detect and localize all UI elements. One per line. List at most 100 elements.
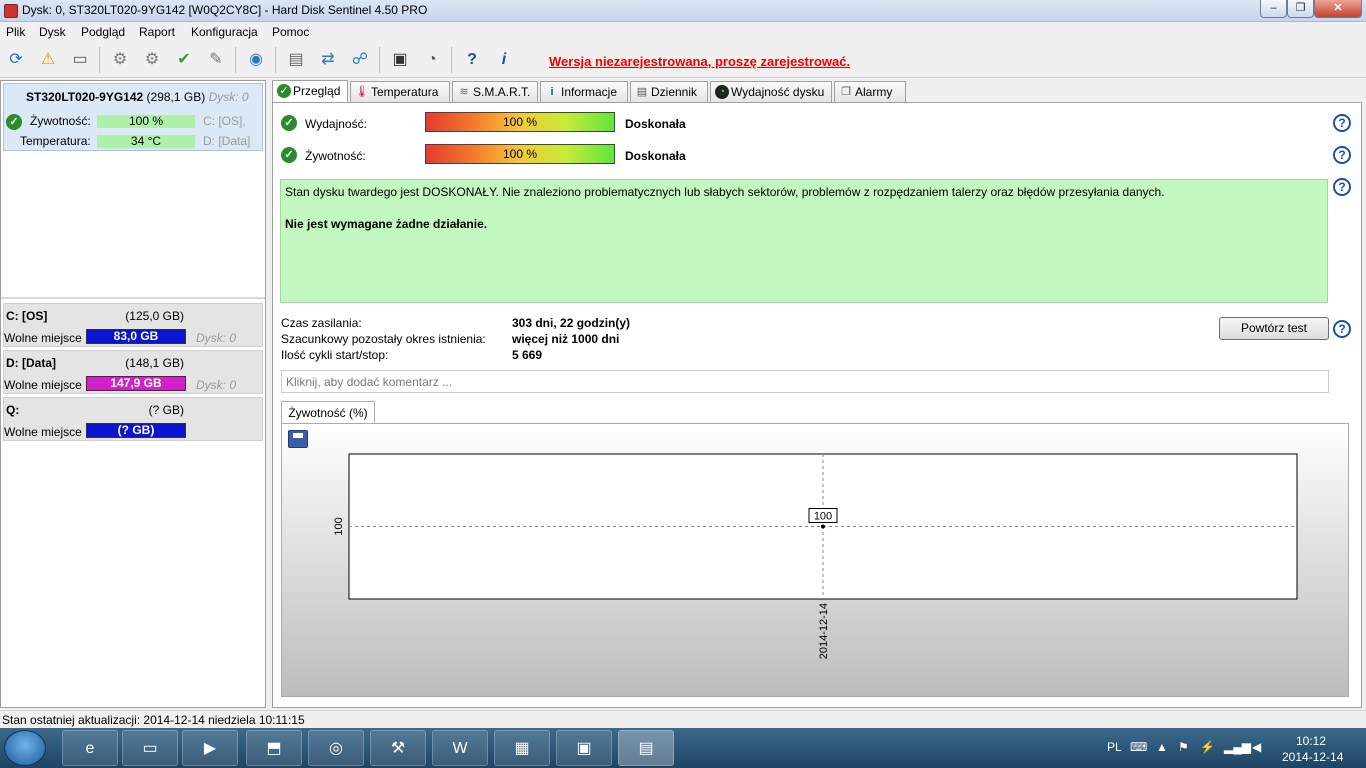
refresh-icon[interactable]: ⟳ bbox=[3, 47, 29, 73]
tab-smart[interactable]: ≋ S.M.A.R.T. bbox=[452, 81, 538, 102]
chrome-icon[interactable]: ◎ bbox=[308, 730, 364, 766]
tool-icon[interactable]: ⚒ bbox=[370, 730, 426, 766]
health-label: Żywotność: bbox=[305, 149, 366, 163]
tray-expand-icon[interactable]: ▲ bbox=[1156, 740, 1168, 754]
keyboard-icon[interactable]: ⌨ bbox=[1130, 740, 1147, 754]
help-icon[interactable]: ? bbox=[459, 47, 485, 73]
unregistered-link[interactable]: Wersja niezarejestrowana, proszę zarejes… bbox=[549, 54, 850, 69]
health-partitions: C: [OS], bbox=[203, 114, 246, 128]
tab-dziennik[interactable]: ▤ Dziennik bbox=[630, 81, 708, 102]
status-bar: Stan ostatniej aktualizacji: 2014-12-14 … bbox=[0, 710, 1366, 728]
toolbar-separator bbox=[235, 47, 236, 73]
chart-area: 100 100 2014-12-14 bbox=[281, 423, 1349, 697]
close-button[interactable]: ✕ bbox=[1314, 0, 1362, 18]
globe-icon[interactable]: ◉ bbox=[243, 47, 269, 73]
help-icon[interactable]: ? bbox=[1333, 178, 1351, 196]
panel-divider bbox=[1, 297, 265, 299]
help-icon[interactable]: ? bbox=[1333, 114, 1351, 132]
ok-check-icon: ✓ bbox=[6, 114, 22, 130]
signal-icon[interactable]: ▂▄▆ bbox=[1224, 740, 1251, 754]
x-tick-label: 2014-12-14 bbox=[818, 603, 830, 659]
disk-tool-4-icon[interactable]: ✎ bbox=[203, 47, 229, 73]
tab-label: S.M.A.R.T. bbox=[473, 85, 531, 99]
tab-wydajnosc[interactable]: ◔ Wydajność dysku bbox=[710, 81, 832, 102]
data-point bbox=[821, 524, 825, 529]
free-space-bar: 83,0 GB bbox=[86, 329, 186, 344]
help-icon[interactable]: ? bbox=[1333, 146, 1351, 164]
menu-konfiguracja[interactable]: Konfiguracja bbox=[191, 25, 258, 39]
winrar-icon[interactable]: ▦ bbox=[494, 730, 550, 766]
repeat-test-button[interactable]: Powtórz test bbox=[1219, 317, 1329, 340]
partition-card-d[interactable]: D: [Data] (148,1 GB) Wolne miejsce 147,9… bbox=[3, 350, 263, 394]
thermometer-icon: 🌡 bbox=[355, 86, 369, 98]
word-icon[interactable]: W bbox=[432, 730, 488, 766]
clock-date[interactable]: 2014-12-14 bbox=[1282, 750, 1343, 764]
disk-tool-3-icon[interactable]: ✔ bbox=[171, 47, 197, 73]
health-chart: 100 100 2014-12-14 bbox=[333, 453, 1298, 659]
menu-raport[interactable]: Raport bbox=[139, 25, 175, 39]
toolbar-separator bbox=[275, 47, 276, 73]
warning-icon[interactable]: ⚠ bbox=[35, 47, 61, 73]
ie-icon[interactable]: e bbox=[62, 730, 118, 766]
temperature-label: Temperatura: bbox=[20, 134, 91, 148]
power-on-value: 303 dni, 22 godzin(y) bbox=[512, 316, 631, 330]
health-label: Żywotność: bbox=[30, 114, 91, 128]
clock-time[interactable]: 10:12 bbox=[1296, 734, 1326, 748]
menu-dysk[interactable]: Dysk bbox=[39, 25, 66, 39]
language-indicator[interactable]: PL bbox=[1107, 740, 1122, 754]
title-bar: Dysk: 0, ST320LT020-9YG142 [W0Q2CY8C] - … bbox=[0, 0, 1366, 22]
explorer-icon[interactable]: ▭ bbox=[122, 730, 178, 766]
menu-pomoc[interactable]: Pomoc bbox=[272, 25, 309, 39]
partition-card-q[interactable]: Q: (? GB) Wolne miejsce (? GB) bbox=[3, 397, 263, 441]
comment-input[interactable]: Kliknij, aby dodać komentarz ... bbox=[281, 370, 1329, 393]
volume-icon[interactable]: ◀ bbox=[1252, 740, 1261, 754]
partition-name: D: [Data] bbox=[6, 356, 56, 370]
temperature-partitions: D: [Data] bbox=[203, 134, 251, 148]
flag-icon[interactable]: ⚑ bbox=[1178, 740, 1189, 754]
disk-icon[interactable]: ▭ bbox=[67, 47, 93, 73]
menu-podglad[interactable]: Podgląd bbox=[81, 25, 125, 39]
maximize-button[interactable]: ❐ bbox=[1287, 0, 1314, 18]
partition-name: Q: bbox=[6, 403, 20, 417]
partition-name: C: [OS] bbox=[6, 309, 48, 323]
network-drive-icon[interactable]: ▣ bbox=[556, 730, 612, 766]
partition-card-c[interactable]: C: [OS] (125,0 GB) Wolne miejsce 83,0 GB… bbox=[3, 303, 263, 347]
start-button[interactable] bbox=[4, 730, 46, 766]
tab-przeglad[interactable]: ✓ Przegląd bbox=[272, 80, 348, 102]
disk-tool-2-icon[interactable]: ⚙ bbox=[139, 47, 165, 73]
smart-icon: ≋ bbox=[459, 86, 469, 98]
partition-size: (125,0 GB) bbox=[125, 309, 184, 323]
tab-temperatura[interactable]: 🌡 Temperatura bbox=[350, 81, 450, 102]
chart-tab-health[interactable]: Żywotność (%) bbox=[281, 401, 375, 423]
installer-icon[interactable]: ⬒ bbox=[246, 730, 302, 766]
overview-panel: ✓ Wydajność: 100 % Doskonała ? ✓ Żywotno… bbox=[272, 102, 1362, 708]
status-text: Stan dysku twardego jest DOSKONAŁY. Nie … bbox=[285, 185, 1165, 199]
power-on-label: Czas zasilania: bbox=[281, 316, 362, 330]
tab-label: Wydajność dysku bbox=[731, 85, 825, 99]
minimize-button[interactable]: – bbox=[1260, 0, 1287, 18]
document-icon[interactable]: ▤ bbox=[283, 47, 309, 73]
media-player-icon[interactable]: ▶ bbox=[182, 730, 238, 766]
disk-size: (298,1 GB) bbox=[146, 90, 206, 104]
toolbar-separator bbox=[451, 47, 452, 73]
hdsentinel-icon[interactable]: ▤ bbox=[618, 730, 674, 766]
tab-informacje[interactable]: i Informacje bbox=[540, 81, 628, 102]
monitor-icon[interactable]: ▣ bbox=[387, 47, 413, 73]
lifetime-label: Szacunkowy pozostały okres istnienia: bbox=[281, 332, 486, 346]
toolbar: ⟳ ⚠ ▭ ⚙ ⚙ ✔ ✎ ◉ ▤ ⇄ ☍ ▣ ◔ ? i Wersja nie… bbox=[0, 42, 1366, 78]
tab-label: Dziennik bbox=[651, 85, 698, 99]
network-icon[interactable]: ☍ bbox=[347, 47, 373, 73]
disk-title: ST320LT020-9YG142 (298,1 GB) Dysk: 0 bbox=[26, 90, 249, 104]
power-icon[interactable]: ⚡ bbox=[1200, 740, 1215, 754]
sync-icon[interactable]: ⇄ bbox=[315, 47, 341, 73]
speaker-icon[interactable]: ◔ bbox=[419, 47, 445, 73]
menu-plik[interactable]: Plik bbox=[6, 25, 25, 39]
toolbar-separator bbox=[99, 47, 100, 73]
partition-disk: Dysk: 0 bbox=[196, 378, 237, 392]
alarm-icon: ❐ bbox=[841, 86, 851, 98]
disk-card[interactable]: ST320LT020-9YG142 (298,1 GB) Dysk: 0 ✓ Ż… bbox=[3, 83, 263, 151]
tab-alarmy[interactable]: ❐ Alarmy bbox=[834, 81, 906, 102]
help-icon[interactable]: ? bbox=[1333, 320, 1351, 338]
info-icon[interactable]: i bbox=[491, 47, 517, 73]
disk-tool-1-icon[interactable]: ⚙ bbox=[107, 47, 133, 73]
